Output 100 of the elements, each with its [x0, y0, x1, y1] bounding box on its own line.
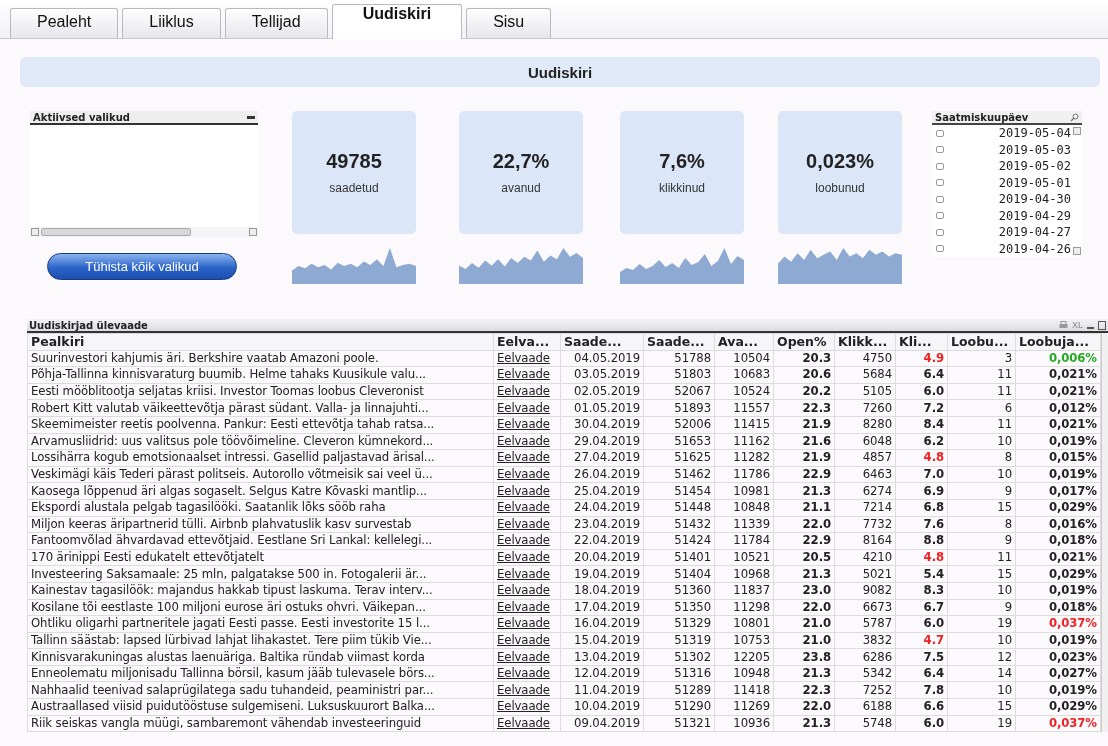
- date-item[interactable]: 2019-05-02: [932, 158, 1073, 175]
- tab[interactable]: Uudiskiri: [331, 4, 463, 39]
- vertical-scrollbar[interactable]: [1101, 333, 1108, 733]
- table-cell: 4.8: [895, 449, 948, 467]
- table-cell: 170 ärinippi Eesti edukatelt ettevõtjatelt: [27, 549, 494, 566]
- table-cell: 11.04.2019: [560, 681, 644, 699]
- preview-link[interactable]: Eelvaade: [493, 433, 561, 450]
- table-cell: 0,029%: [1015, 565, 1101, 583]
- date-item[interactable]: 2019-05-03: [932, 141, 1073, 158]
- preview-link[interactable]: Eelvaade: [493, 549, 561, 566]
- table-cell: 8: [947, 516, 1016, 533]
- vertical-scrollbar[interactable]: [1073, 125, 1082, 257]
- table-cell: 11339: [714, 516, 774, 533]
- preview-link[interactable]: Eelvaade: [493, 366, 561, 384]
- column-header[interactable]: Ava...: [714, 333, 774, 351]
- preview-link[interactable]: Eelvaade: [493, 499, 561, 517]
- column-header[interactable]: Open%: [773, 333, 835, 351]
- checkbox[interactable]: [936, 195, 944, 203]
- tab[interactable]: Sisu: [466, 8, 552, 38]
- table-cell: 10: [947, 681, 1016, 699]
- checkbox[interactable]: [936, 228, 944, 236]
- preview-link[interactable]: Eelvaade: [493, 565, 561, 583]
- column-header[interactable]: Loobuja...: [1015, 333, 1101, 351]
- column-header[interactable]: Eelva...: [493, 333, 561, 351]
- date-item[interactable]: 2019-04-26: [932, 240, 1073, 257]
- table-cell: 7732: [834, 516, 896, 533]
- preview-link[interactable]: Eelvaade: [493, 715, 561, 732]
- column-header[interactable]: Saade...: [643, 333, 715, 351]
- table-cell: 6: [947, 399, 1016, 417]
- table-cell: 20.04.2019: [560, 549, 644, 566]
- table-cell: 19: [947, 615, 1016, 633]
- table-cell: 51360: [643, 582, 715, 599]
- table-cell: Veskimägi käis Tederi pärast politseis. Autorollo võtmeisik sai veel ü...: [27, 466, 494, 483]
- table-cell: 7.6: [895, 516, 948, 533]
- preview-link[interactable]: Eelvaade: [493, 449, 561, 467]
- tab[interactable]: Liiklus: [122, 8, 221, 38]
- clear-selections-button[interactable]: Tühista kõik valikud: [47, 253, 237, 280]
- table-cell: 0,019%: [1015, 582, 1101, 599]
- date-item[interactable]: 2019-04-30: [932, 191, 1073, 208]
- checkbox[interactable]: [936, 146, 944, 154]
- date-item[interactable]: 2019-05-04: [932, 125, 1073, 142]
- column-header[interactable]: Pealkiri: [27, 333, 494, 351]
- preview-link[interactable]: Eelvaade: [493, 632, 561, 649]
- search-icon[interactable]: [1070, 112, 1079, 122]
- table-cell: 3: [947, 350, 1016, 367]
- print-icon[interactable]: [1059, 321, 1068, 329]
- kpi-value: 49785: [326, 150, 382, 173]
- preview-link[interactable]: Eelvaade: [493, 648, 561, 666]
- checkbox[interactable]: [936, 179, 944, 187]
- table-cell: 8280: [834, 416, 896, 434]
- minimize-icon[interactable]: [247, 115, 255, 119]
- table-cell: 51803: [643, 366, 715, 384]
- table-cell: 21.1: [773, 499, 835, 517]
- checkbox[interactable]: [936, 162, 944, 170]
- table-cell: 6286: [834, 648, 896, 666]
- date-item[interactable]: 2019-04-27: [932, 224, 1073, 241]
- column-header[interactable]: Saade...: [560, 333, 644, 351]
- tab[interactable]: Pealeht: [10, 8, 119, 38]
- table-cell: 51462: [643, 466, 715, 483]
- preview-link[interactable]: Eelvaade: [493, 482, 561, 500]
- preview-link[interactable]: Eelvaade: [493, 416, 561, 434]
- preview-link[interactable]: Eelvaade: [493, 582, 561, 599]
- preview-link[interactable]: Eelvaade: [493, 466, 561, 483]
- table-cell: 10936: [714, 715, 774, 732]
- checkbox[interactable]: [936, 245, 944, 253]
- preview-link[interactable]: Eelvaade: [493, 615, 561, 633]
- table-cell: 23.04.2019: [560, 516, 644, 533]
- table-cell: 09.04.2019: [560, 715, 644, 732]
- preview-link[interactable]: Eelvaade: [493, 383, 561, 400]
- preview-link[interactable]: Eelvaade: [493, 399, 561, 417]
- table-cell: 4210: [834, 549, 896, 566]
- preview-link[interactable]: Eelvaade: [493, 599, 561, 616]
- table-cell: 51454: [643, 482, 715, 500]
- minimize-icon[interactable]: [1087, 326, 1094, 329]
- preview-link[interactable]: Eelvaade: [493, 681, 561, 699]
- table-cell: 0,023%: [1015, 648, 1101, 666]
- tab[interactable]: Tellijad: [224, 8, 328, 38]
- preview-link[interactable]: Eelvaade: [493, 698, 561, 716]
- table-cell: 4750: [834, 350, 896, 367]
- table-cell: 11269: [714, 698, 774, 716]
- preview-link[interactable]: Eelvaade: [493, 665, 561, 682]
- preview-link[interactable]: Eelvaade: [493, 532, 561, 550]
- table-cell: 7.5: [895, 648, 948, 666]
- maximize-icon[interactable]: [1098, 320, 1106, 330]
- column-header[interactable]: Kli...: [895, 333, 948, 351]
- preview-link[interactable]: Eelvaade: [493, 516, 561, 533]
- preview-link[interactable]: Eelvaade: [493, 350, 561, 367]
- horizontal-scrollbar[interactable]: [30, 227, 258, 237]
- table-cell: 27.04.2019: [560, 449, 644, 467]
- table-cell: 8.4: [895, 416, 948, 434]
- column-header[interactable]: Klikk...: [834, 333, 896, 351]
- kpi-value: 7,6%: [659, 150, 705, 173]
- column-header[interactable]: Loobu...: [947, 333, 1016, 351]
- date-item[interactable]: 2019-05-01: [932, 174, 1073, 191]
- date-item[interactable]: 2019-04-29: [932, 207, 1073, 224]
- table-cell: 15: [947, 565, 1016, 583]
- table-cell: 51404: [643, 565, 715, 583]
- table-cell: 12.04.2019: [560, 665, 644, 682]
- checkbox[interactable]: [936, 129, 944, 137]
- checkbox[interactable]: [936, 212, 944, 220]
